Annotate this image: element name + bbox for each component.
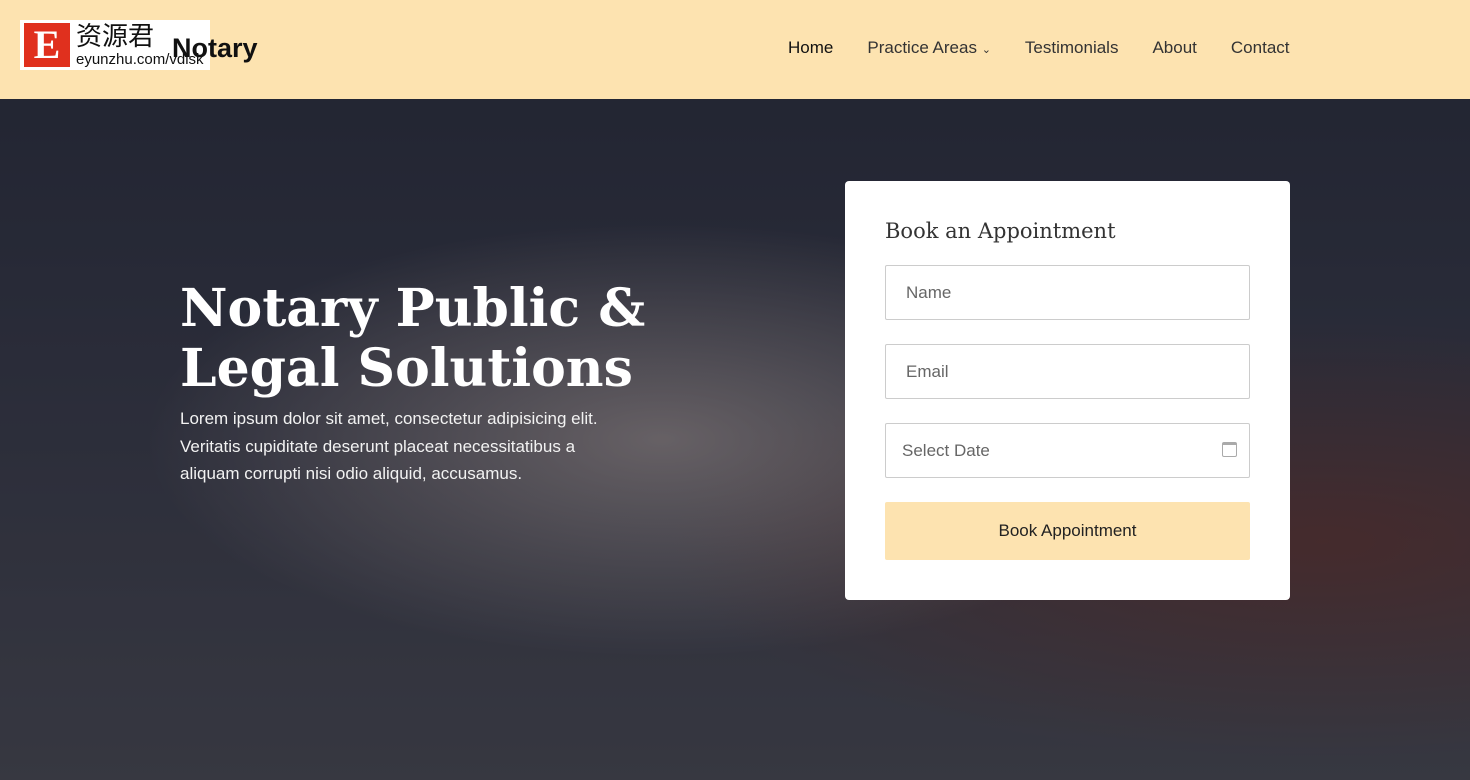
hero-title-line2: Legal Solutions — [180, 338, 633, 399]
hero-description: Lorem ipsum dolor sit amet, consectetur … — [180, 409, 598, 483]
hero-title-bold: Notary Public — [180, 278, 581, 339]
nav-contact[interactable]: Contact — [1231, 38, 1290, 58]
nav-practice-areas-label: Practice Areas — [867, 38, 977, 57]
site-header: E 资源君 eyunzhu.com/vdisk Notary Home Pract… — [0, 0, 1470, 99]
hero-title: Notary Public & Legal Solutions — [180, 279, 645, 399]
name-input[interactable] — [906, 282, 1229, 303]
main-nav: Home Practice Areas ⌄ Testimonials About… — [788, 38, 1290, 58]
date-field — [885, 423, 1250, 478]
name-field — [885, 265, 1250, 320]
appointment-form: Book an Appointment Book Appointment — [845, 181, 1290, 600]
chevron-down-icon: ⌄ — [981, 44, 991, 56]
calendar-icon[interactable] — [1222, 442, 1237, 457]
book-appointment-button[interactable]: Book Appointment — [885, 502, 1250, 560]
email-input[interactable] — [906, 361, 1229, 382]
nav-home[interactable]: Home — [788, 38, 833, 58]
nav-about[interactable]: About — [1152, 38, 1196, 58]
nav-testimonials[interactable]: Testimonials — [1025, 38, 1119, 58]
date-input[interactable] — [902, 440, 1229, 461]
nav-practice-areas[interactable]: Practice Areas ⌄ — [867, 38, 991, 58]
form-title: Book an Appointment — [885, 219, 1116, 243]
hero-section: Notary Public & Legal Solutions Lorem ips… — [0, 99, 1470, 780]
email-field — [885, 344, 1250, 399]
hero-title-amp: & — [580, 278, 646, 339]
brand-name[interactable]: Notary — [172, 32, 258, 64]
